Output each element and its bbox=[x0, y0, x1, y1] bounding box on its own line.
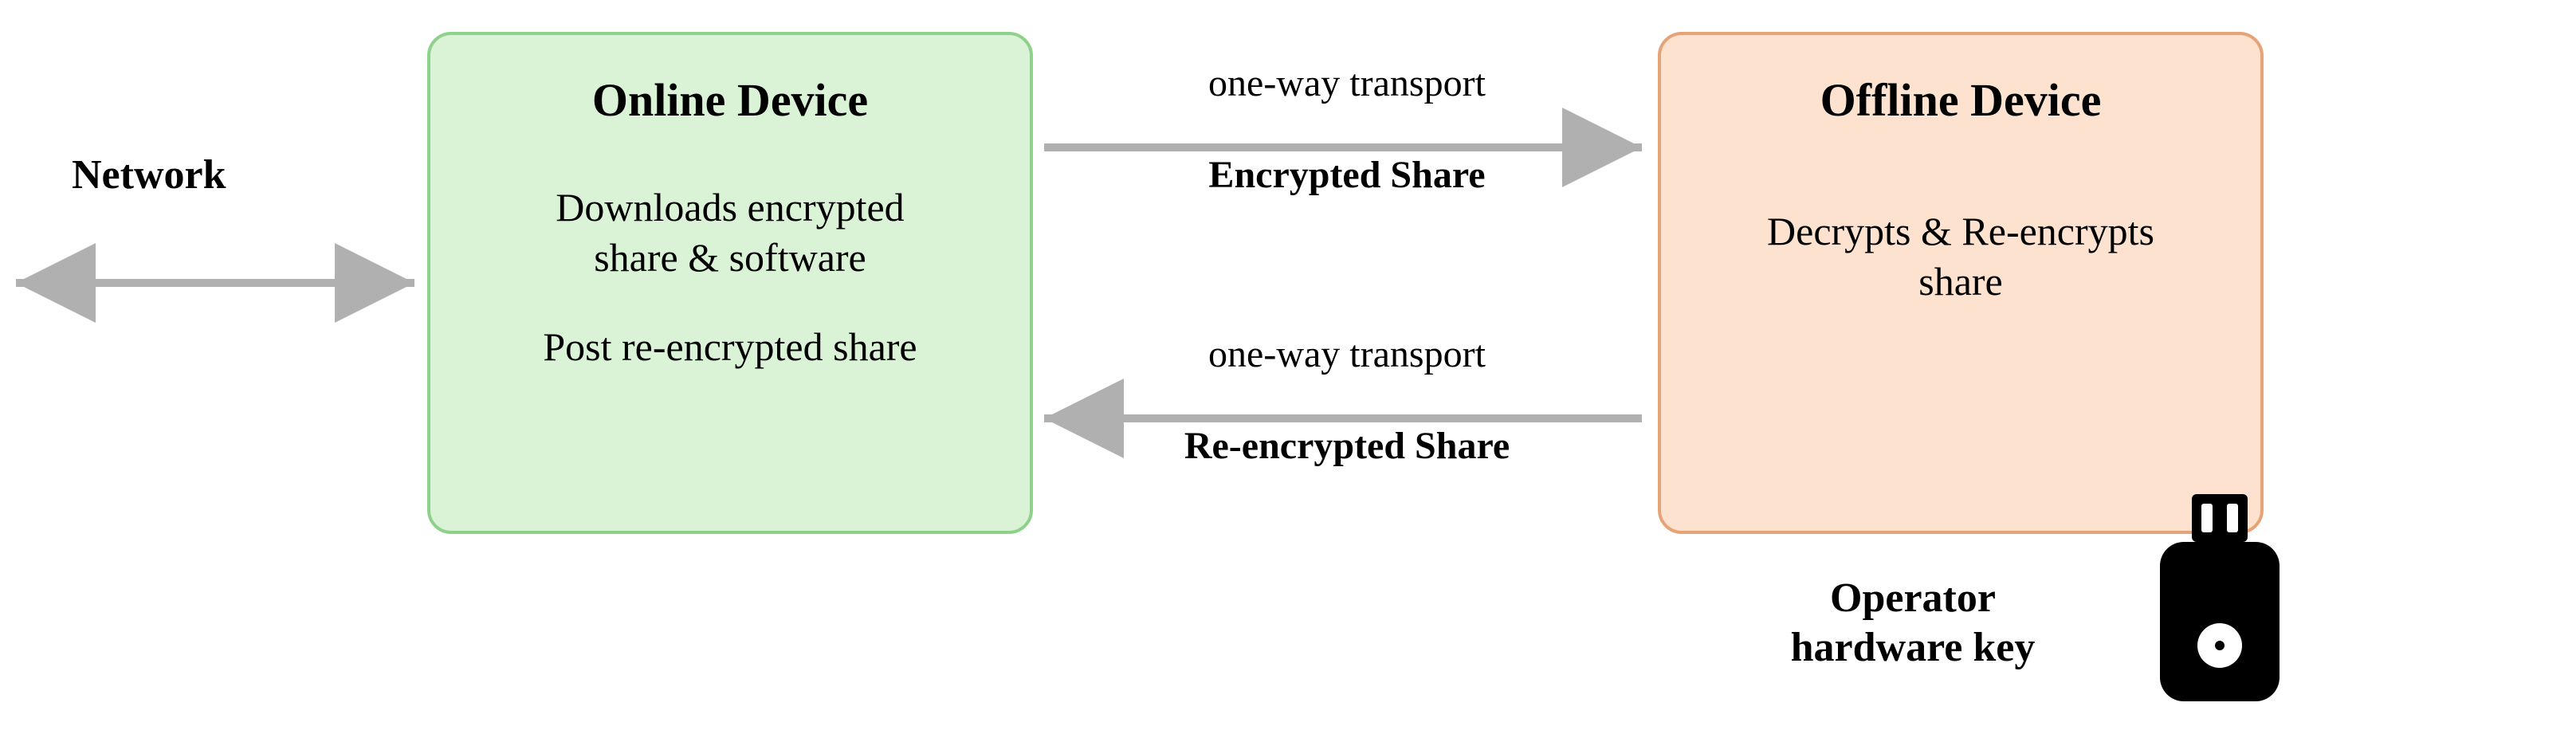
online-device-line2: share & software bbox=[594, 235, 866, 280]
offline-device-title: Offline Device bbox=[1820, 73, 2102, 127]
online-device-desc-1: Downloads encrypted share & software bbox=[556, 182, 904, 282]
hardware-key-label-line2: hardware key bbox=[1791, 625, 2036, 670]
network-label: Network bbox=[72, 151, 226, 198]
online-device-title: Online Device bbox=[592, 73, 868, 127]
encrypted-share-label: one-way transport Encrypted Share bbox=[1044, 60, 1650, 199]
reencrypted-share-label: one-way transport Re-encrypted Share bbox=[1044, 331, 1650, 470]
hardware-key-icon bbox=[2152, 494, 2287, 709]
hardware-key-label: Operator hardware key bbox=[1722, 574, 2104, 673]
encrypted-share-sub: one-way transport bbox=[1044, 60, 1650, 108]
reencrypted-share-bold: Re-encrypted Share bbox=[1044, 422, 1650, 470]
offline-device-line2: share bbox=[1918, 259, 2003, 304]
online-device-desc-2: Post re-encrypted share bbox=[543, 322, 917, 372]
online-device-line1: Downloads encrypted bbox=[556, 185, 904, 230]
offline-device-desc: Decrypts & Re-encrypts share bbox=[1767, 206, 2154, 306]
offline-device-line1: Decrypts & Re-encrypts bbox=[1767, 209, 2154, 253]
encrypted-share-bold: Encrypted Share bbox=[1044, 151, 1650, 199]
reencrypted-share-sub: one-way transport bbox=[1044, 331, 1650, 379]
hardware-key-label-line1: Operator bbox=[1830, 575, 1996, 621]
online-device-box: Online Device Downloads encrypted share … bbox=[427, 32, 1033, 534]
offline-device-box: Offline Device Decrypts & Re-encrypts sh… bbox=[1658, 32, 2264, 534]
